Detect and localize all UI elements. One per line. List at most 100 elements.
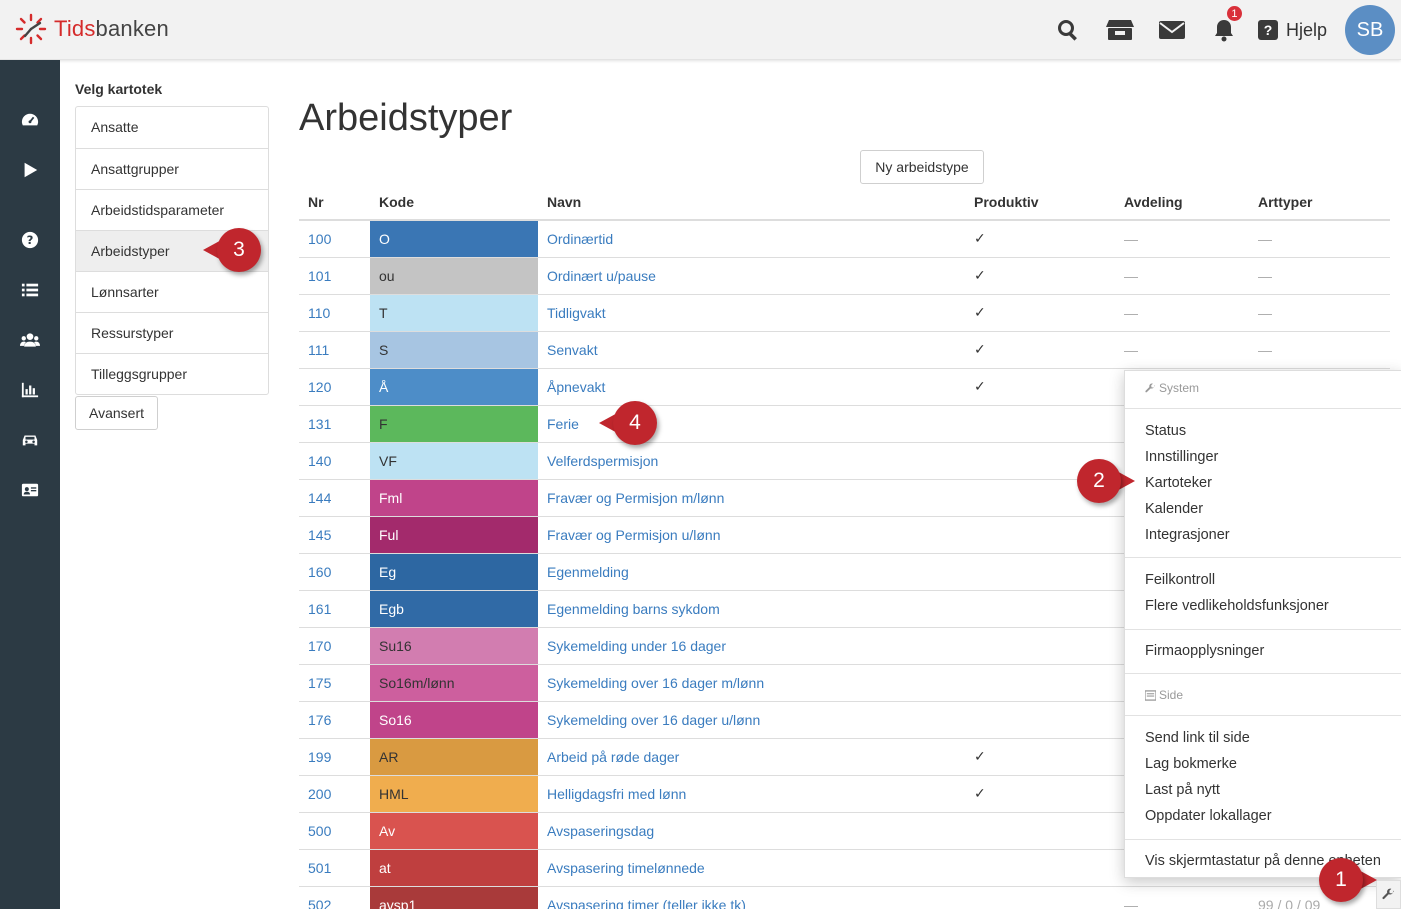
row-navn-link[interactable]: Helligdagsfri med lønn	[538, 774, 965, 812]
row-navn-link[interactable]: Arbeid på røde dager	[538, 737, 965, 775]
row-nr[interactable]: 502	[299, 885, 370, 909]
row-produktiv: ✓	[965, 330, 1115, 368]
menu-item-vedlikehold[interactable]: Flere vedlikeholdsfunksjoner	[1145, 598, 1329, 614]
play-icon[interactable]	[0, 155, 60, 185]
help-button[interactable]: ? Hjelp	[1250, 0, 1345, 60]
column-header-arttyper[interactable]: Arttyper	[1249, 184, 1390, 221]
question-icon: ?	[1257, 20, 1278, 40]
row-navn-link[interactable]: Senvakt	[538, 330, 965, 368]
store-icon[interactable]	[1094, 0, 1146, 60]
row-navn-link[interactable]: Ordinært u/pause	[538, 256, 965, 294]
row-avdeling: —	[1115, 330, 1249, 368]
kartotek-item-tilleggsgrupper[interactable]: Tilleggsgrupper	[76, 353, 268, 394]
menu-item-feilkontroll[interactable]: Feilkontroll	[1145, 572, 1215, 588]
row-navn-link[interactable]: Avspasering timelønnede	[538, 848, 965, 886]
menu-item-firmaopplysninger[interactable]: Firmaopplysninger	[1145, 643, 1264, 659]
column-header-avdeling[interactable]: Avdeling	[1115, 184, 1249, 221]
menu-item-last-pa-nytt[interactable]: Last på nytt	[1145, 782, 1220, 798]
row-nr[interactable]: 100	[299, 219, 370, 257]
row-navn-link[interactable]: Tidligvakt	[538, 293, 965, 331]
menu-item-bokmerke[interactable]: Lag bokmerke	[1145, 756, 1237, 772]
chart-icon[interactable]	[0, 375, 60, 405]
row-navn-link[interactable]: Egenmelding	[538, 552, 965, 590]
row-nr[interactable]: 110	[299, 293, 370, 331]
row-produktiv	[965, 552, 1115, 590]
row-nr[interactable]: 161	[299, 589, 370, 627]
table-row[interactable]: 101 ou Ordinært u/pause ✓ — —	[299, 256, 1390, 294]
list-icon[interactable]	[0, 275, 60, 305]
menu-item-oppdater-lokallager[interactable]: Oppdater lokallager	[1145, 808, 1272, 824]
kartotek-item-ansattgrupper[interactable]: Ansattgrupper	[76, 148, 268, 189]
menu-item-integrasjoner[interactable]: Integrasjoner	[1145, 527, 1230, 543]
help-icon[interactable]: ?	[0, 225, 60, 255]
row-nr[interactable]: 101	[299, 256, 370, 294]
menu-item-status[interactable]: Status	[1145, 423, 1186, 439]
row-nr[interactable]: 500	[299, 811, 370, 849]
search-icon[interactable]	[1042, 0, 1094, 60]
row-navn-link[interactable]: Egenmelding barns sykdom	[538, 589, 965, 627]
row-nr[interactable]: 175	[299, 663, 370, 701]
mail-icon[interactable]	[1146, 0, 1198, 60]
row-navn-link[interactable]: Ordinærtid	[538, 219, 965, 257]
kartotek-item-ansatte[interactable]: Ansatte	[76, 107, 268, 148]
row-nr[interactable]: 140	[299, 441, 370, 479]
column-header-kode[interactable]: Kode	[370, 184, 538, 221]
column-header-navn[interactable]: Navn	[538, 184, 965, 221]
row-kode: Ful	[370, 515, 538, 553]
bell-icon[interactable]: 1	[1198, 0, 1250, 60]
column-header-nr[interactable]: Nr	[299, 184, 370, 221]
row-navn-link[interactable]: Sykemelding under 16 dager	[538, 626, 965, 664]
table-row[interactable]: 111 S Senvakt ✓ — —	[299, 330, 1390, 368]
row-produktiv	[965, 811, 1115, 849]
row-nr[interactable]: 170	[299, 626, 370, 664]
row-nr[interactable]: 176	[299, 700, 370, 738]
row-kode: Egb	[370, 589, 538, 627]
row-navn-link[interactable]: Fravær og Permisjon u/lønn	[538, 515, 965, 553]
app-logo[interactable]: Tidsbanken	[14, 12, 169, 46]
users-icon[interactable]	[0, 325, 60, 355]
row-navn-link[interactable]: Åpnevakt	[538, 367, 965, 405]
table-row[interactable]: 100 O Ordinærtid ✓ — —	[299, 219, 1390, 257]
menu-header-system: System	[1145, 381, 1199, 395]
row-arttyper: —	[1249, 293, 1390, 331]
row-nr[interactable]: 144	[299, 478, 370, 516]
row-arttyper: —	[1249, 256, 1390, 294]
avatar[interactable]: SB	[1345, 5, 1395, 55]
menu-item-innstillinger[interactable]: Innstillinger	[1145, 449, 1218, 465]
row-nr[interactable]: 160	[299, 552, 370, 590]
row-navn-link[interactable]: Sykemelding over 16 dager u/lønn	[538, 700, 965, 738]
new-worktype-button[interactable]: Ny arbeidstype	[860, 150, 984, 184]
menu-item-kartoteker[interactable]: Kartoteker	[1145, 475, 1212, 491]
row-navn-link[interactable]: Fravær og Permisjon m/lønn	[538, 478, 965, 516]
advanced-button[interactable]: Avansert	[75, 396, 158, 430]
row-nr[interactable]: 111	[299, 330, 370, 368]
left-sidebar: ?	[0, 60, 60, 909]
row-navn-link[interactable]: Velferdspermisjon	[538, 441, 965, 479]
kartotek-item-lonnsarter[interactable]: Lønnsarter	[76, 271, 268, 312]
kartotek-item-arbeidstidsparameter[interactable]: Arbeidstidsparameter	[76, 189, 268, 230]
id-card-icon[interactable]	[0, 475, 60, 505]
menu-item-kalender[interactable]: Kalender	[1145, 501, 1203, 517]
table-row[interactable]: 502 avsp1 Avspasering timer (teller ikke t…	[299, 885, 1390, 909]
row-navn-link[interactable]: Sykemelding over 16 dager m/lønn	[538, 663, 965, 701]
row-nr[interactable]: 200	[299, 774, 370, 812]
table-row[interactable]: 110 T Tidligvakt ✓ — —	[299, 293, 1390, 331]
car-icon[interactable]	[0, 425, 60, 455]
row-navn-link[interactable]: Avspasering timer (teller ikke tk)	[538, 885, 965, 909]
row-produktiv	[965, 404, 1115, 442]
wrench-icon	[1145, 383, 1156, 392]
row-navn-link[interactable]: Avspaseringsdag	[538, 811, 965, 849]
row-produktiv: ✓	[965, 219, 1115, 257]
notification-badge: 1	[1224, 4, 1244, 23]
tools-menu-toggle[interactable]	[1376, 880, 1401, 909]
row-nr[interactable]: 145	[299, 515, 370, 553]
kartotek-item-ressurstyper[interactable]: Ressurstyper	[76, 312, 268, 353]
menu-item-send-link[interactable]: Send link til side	[1145, 730, 1250, 746]
dashboard-icon[interactable]	[0, 105, 60, 135]
row-avdeling: —	[1115, 885, 1249, 909]
row-nr[interactable]: 120	[299, 367, 370, 405]
row-nr[interactable]: 131	[299, 404, 370, 442]
row-nr[interactable]: 501	[299, 848, 370, 886]
column-header-produktiv[interactable]: Produktiv	[965, 184, 1115, 221]
row-nr[interactable]: 199	[299, 737, 370, 775]
